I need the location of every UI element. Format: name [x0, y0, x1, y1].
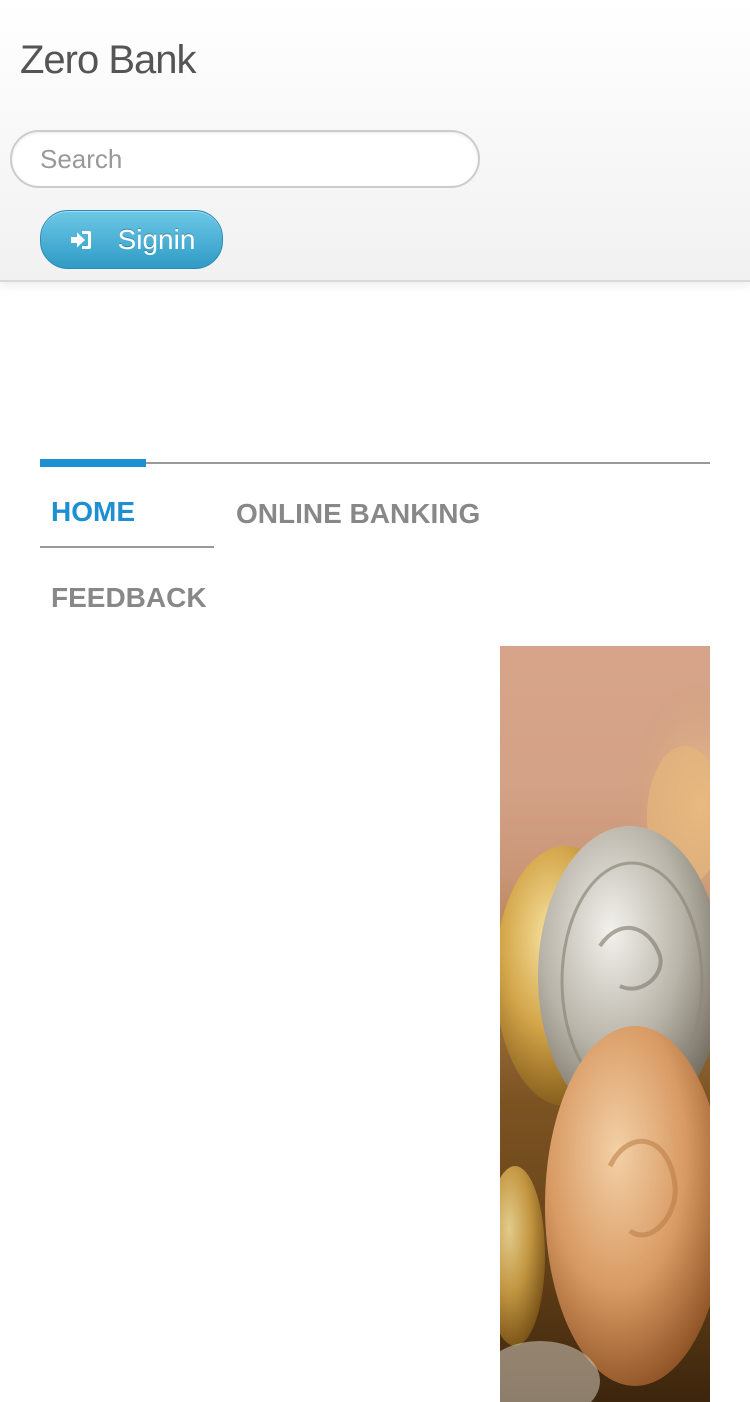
nav-item-feedback[interactable]: FEEDBACK [51, 581, 207, 615]
signin-label: Signin [117, 223, 196, 255]
search-input[interactable] [10, 130, 480, 188]
signin-button[interactable]: Signin [40, 210, 223, 269]
coins-hero-image [500, 646, 710, 1402]
site-header: Zero Bank Signin [0, 0, 750, 282]
nav-item-divider [40, 546, 214, 548]
nav-item-home[interactable]: HOME [51, 495, 135, 529]
sign-in-icon [70, 230, 91, 249]
nav-item-online-banking[interactable]: ONLINE BANKING [236, 497, 480, 531]
nav-active-indicator [40, 459, 146, 467]
coins-illustration [500, 686, 710, 1402]
brand-logo[interactable]: Zero Bank [20, 36, 197, 84]
